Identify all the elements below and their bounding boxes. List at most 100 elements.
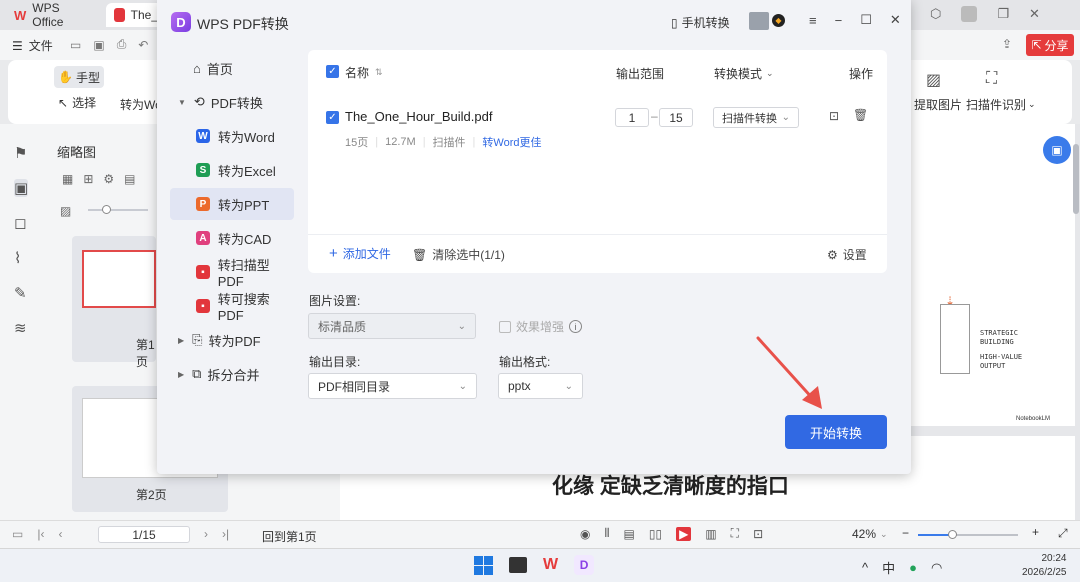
delete-icon[interactable]: 🗑 xyxy=(853,108,868,122)
cloud-upload-icon[interactable]: ⇪ xyxy=(1002,37,1012,51)
nav-to-excel[interactable]: S 转为Excel xyxy=(170,154,294,186)
last-page-icon[interactable]: ›| xyxy=(222,527,229,541)
wps-pdf-taskbar-icon[interactable]: D xyxy=(574,555,595,575)
attachment-icon[interactable]: ⌇ xyxy=(14,249,28,267)
fit-page-icon[interactable]: ⛶ xyxy=(731,526,739,541)
nav-to-cad[interactable]: A 转为CAD xyxy=(170,222,294,254)
zoom-slider-handle[interactable] xyxy=(948,530,957,539)
page-settings-icon[interactable]: ⚙ xyxy=(103,172,114,186)
minimize-icon[interactable]: − xyxy=(835,13,843,28)
zoom-in-icon[interactable]: + xyxy=(1032,525,1039,539)
menu-icon[interactable]: ≡ xyxy=(809,13,817,28)
to-word-button[interactable]: 转为Wo xyxy=(120,96,162,113)
column-view-icon[interactable]: ⫴ xyxy=(604,526,609,541)
nav-home[interactable]: ⌂ 首页 xyxy=(170,52,294,84)
menu-icon[interactable]: ☰ xyxy=(12,39,23,53)
ime-indicator[interactable]: 中 xyxy=(882,558,895,577)
restore-icon[interactable]: ❐ xyxy=(997,6,1009,22)
nav-pdf-convert[interactable]: ▼ ⟲ PDF转换 xyxy=(170,86,294,118)
bookmark-icon[interactable]: ⚑ xyxy=(14,144,28,162)
nav-to-scanned-pdf[interactable]: ▪ 转扫描型PDF xyxy=(170,256,294,289)
play-icon[interactable]: ▶ xyxy=(676,526,692,541)
avatar[interactable] xyxy=(961,6,978,22)
file-location-icon[interactable]: ⊡ xyxy=(829,109,839,123)
select-all-checkbox[interactable]: ✓ xyxy=(326,65,339,78)
scan-recognize-button[interactable]: 扫描件识别 ⌄ xyxy=(966,96,1036,113)
add-file-button[interactable]: + 添加文件 xyxy=(329,245,391,262)
menu-file[interactable]: 文件 xyxy=(29,37,53,54)
nav-to-ppt[interactable]: P 转为PPT xyxy=(170,188,294,220)
image-quality-select[interactable]: 标清品质 ⌄ xyxy=(308,313,476,339)
single-page-icon[interactable]: ▤ xyxy=(624,527,635,541)
print-icon[interactable]: ⎙ xyxy=(117,37,127,52)
close-window-icon[interactable]: ✕ xyxy=(1029,6,1040,22)
wechat-icon[interactable]: ● xyxy=(909,560,917,575)
diagram-text: OUTPUT xyxy=(980,362,1006,370)
file-checkbox[interactable]: ✓ xyxy=(326,111,339,124)
fit-width-icon[interactable]: ⊡ xyxy=(753,527,763,541)
sidebar-toggle-icon[interactable]: ▭ xyxy=(12,527,23,541)
first-page-icon[interactable]: |‹ xyxy=(37,527,44,541)
tray-clock[interactable]: 20:24 2026/2/25 xyxy=(1022,552,1067,580)
start-convert-button[interactable]: 开始转换 xyxy=(785,415,887,449)
wifi-icon[interactable]: ◠ xyxy=(931,560,942,576)
share-button[interactable]: ⇱ 分享 xyxy=(1026,34,1074,56)
wps-taskbar-icon[interactable]: W xyxy=(543,556,558,574)
folder-icon[interactable]: ▭ xyxy=(70,38,81,52)
select-tool-button[interactable]: ↖ 选择 xyxy=(58,94,96,111)
extract-image-button[interactable]: 提取图片 xyxy=(914,96,962,113)
column-mode[interactable]: 转换模式 ⌄ xyxy=(714,65,774,82)
tab-wps-office[interactable]: W WPS Office xyxy=(6,1,102,29)
eye-icon[interactable]: ◉ xyxy=(580,527,590,541)
read-mode-icon[interactable]: ▥ xyxy=(705,527,716,541)
zoom-slider[interactable] xyxy=(918,530,1018,539)
page-input[interactable]: 1/15 xyxy=(98,526,190,543)
output-format-select[interactable]: pptx ⌄ xyxy=(498,373,583,399)
zoom-out-icon[interactable]: − xyxy=(902,526,909,540)
hand-tool-button[interactable]: ✋ 手型 xyxy=(54,66,104,88)
convert-mode-select[interactable]: 扫描件转换 ⌄ xyxy=(713,107,799,128)
mobile-convert-button[interactable]: ▯ 手机转换 xyxy=(671,14,730,31)
add-page-icon[interactable]: ⊞ xyxy=(83,172,93,186)
word-better-link[interactable]: 转Word更佳 xyxy=(482,134,541,150)
scrollbar[interactable] xyxy=(1073,144,1079,214)
settings-button[interactable]: ⚙ 设置 xyxy=(827,246,867,263)
maximize-icon[interactable]: ☐ xyxy=(860,12,872,28)
thumb-size-slider[interactable] xyxy=(88,205,148,214)
range-from-input[interactable]: 1 xyxy=(615,108,649,127)
signature-icon[interactable]: ✎ xyxy=(14,284,28,302)
chevron-up-icon[interactable]: ^ xyxy=(862,560,868,575)
task-view-icon[interactable] xyxy=(509,557,527,573)
fullscreen-icon[interactable]: ⤢ xyxy=(1058,526,1068,541)
nav-to-word[interactable]: W 转为Word xyxy=(170,120,294,152)
back-to-first-link[interactable]: 回到第1页 xyxy=(262,528,317,545)
enhance-checkbox[interactable] xyxy=(499,320,511,333)
range-to-input[interactable]: 15 xyxy=(659,108,693,127)
page-more-icon[interactable]: ▤ xyxy=(124,172,135,186)
slider-handle[interactable] xyxy=(102,205,111,214)
dialog-titlebar[interactable]: D WPS PDF转换 ▯ 手机转换 ◆ ≡ − ☐ ✕ xyxy=(157,0,911,42)
nav-to-pdf[interactable]: ▶ ⎘ 转为PDF xyxy=(170,324,294,356)
layers-icon[interactable]: ≋ xyxy=(14,319,28,337)
clear-selected-button[interactable]: 🗑 清除选中(1/1) xyxy=(412,246,505,263)
nav-to-searchable-pdf[interactable]: ▪ 转可搜索PDF xyxy=(170,290,294,323)
nav-split-merge[interactable]: ▶ ⧉ 拆分合并 xyxy=(170,358,294,390)
page-thumbnail-1[interactable]: 第1页 xyxy=(72,236,156,369)
zoom-select[interactable]: 42% ⌄ xyxy=(852,527,888,541)
save-icon[interactable]: ▣ xyxy=(93,38,104,52)
comment-icon[interactable]: ◻ xyxy=(14,214,28,232)
next-page-icon[interactable]: › xyxy=(204,527,208,541)
undo-icon[interactable]: ↶ xyxy=(138,38,148,52)
assistant-float-button[interactable]: ▣ xyxy=(1043,136,1071,164)
user-avatar[interactable] xyxy=(749,12,769,30)
close-icon[interactable]: ✕ xyxy=(890,12,901,28)
sort-icon[interactable]: ⇅ xyxy=(375,67,383,78)
cube-icon[interactable]: ⬡ xyxy=(930,6,941,22)
windows-start-icon[interactable] xyxy=(474,555,493,575)
grid-view-icon[interactable]: ▦ xyxy=(62,172,73,186)
info-icon[interactable]: i xyxy=(569,320,583,333)
two-page-icon[interactable]: ▯▯ xyxy=(649,527,662,541)
thumbnail-icon[interactable]: ▣ xyxy=(14,179,29,197)
output-dir-select[interactable]: PDF相同目录 ⌄ xyxy=(308,373,477,399)
prev-page-icon[interactable]: ‹ xyxy=(58,527,62,541)
